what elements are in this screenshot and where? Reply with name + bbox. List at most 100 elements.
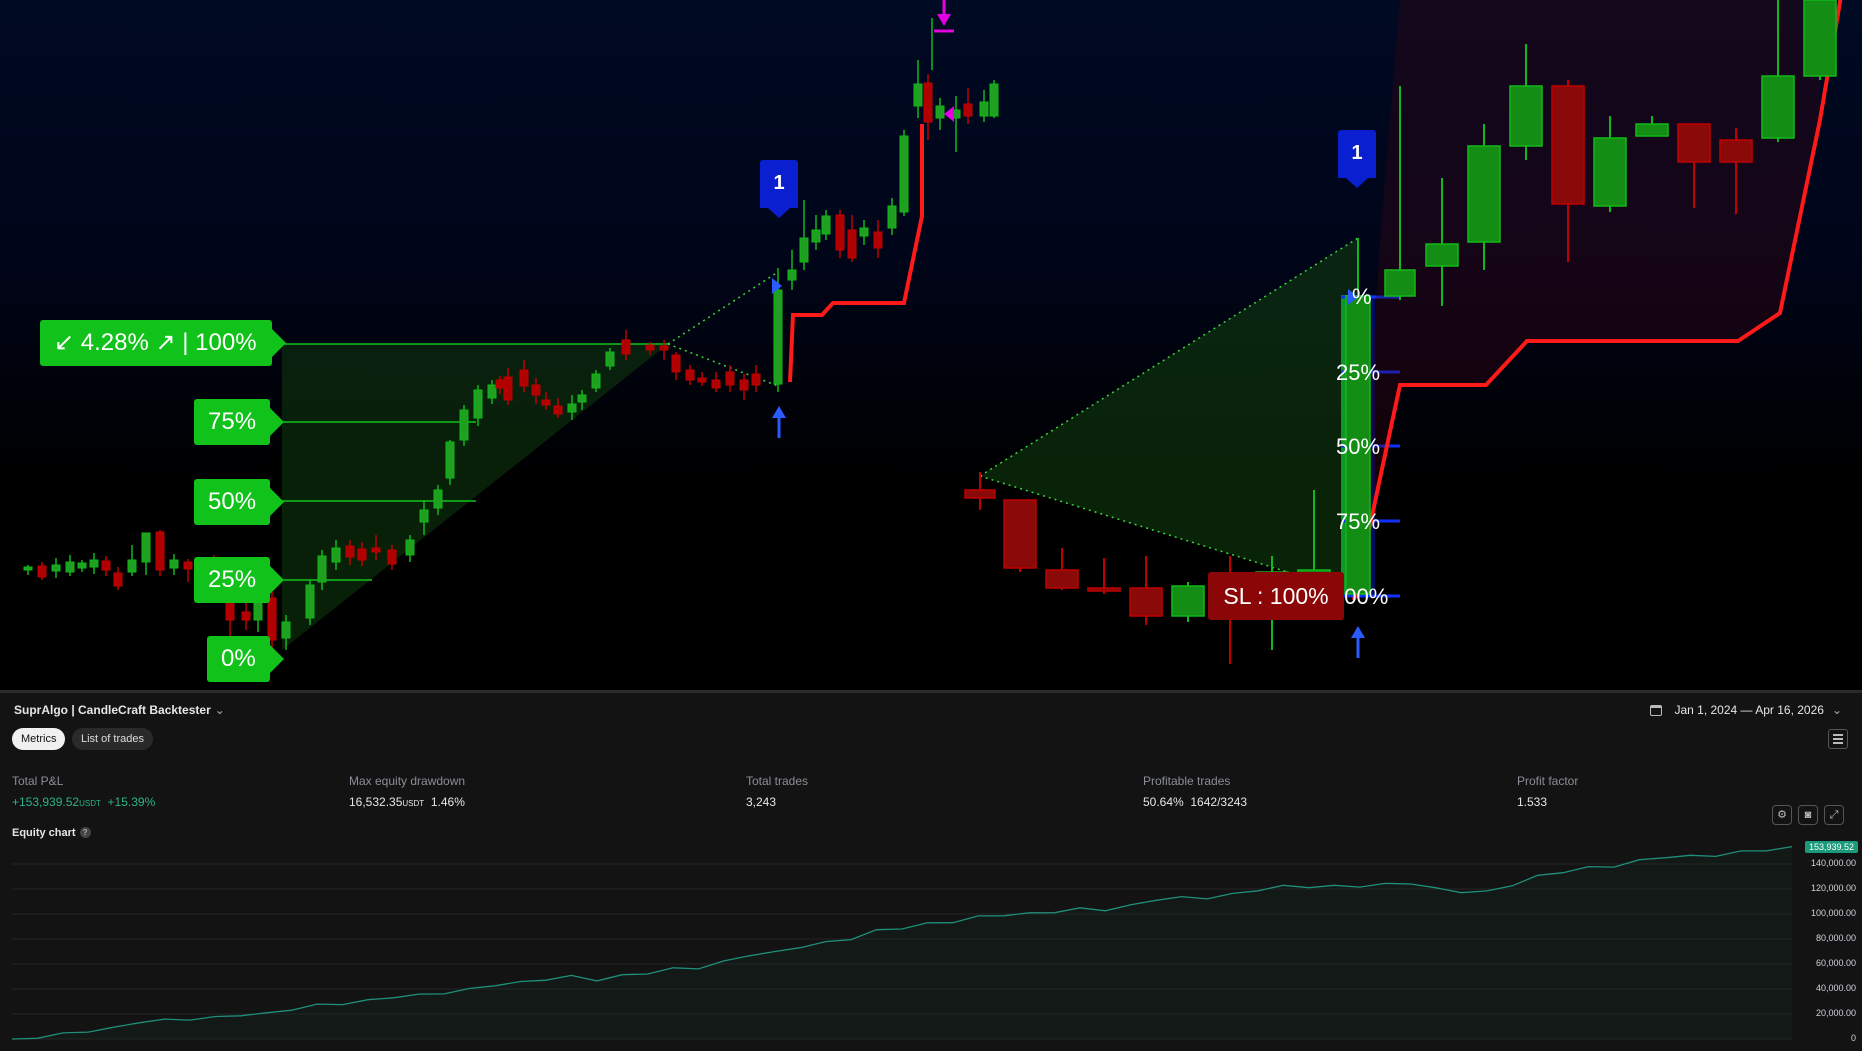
candle bbox=[923, 82, 933, 123]
candle bbox=[495, 379, 505, 389]
candle bbox=[567, 403, 577, 413]
candle bbox=[577, 394, 587, 403]
candle bbox=[77, 562, 87, 569]
candle bbox=[281, 621, 291, 639]
candle bbox=[671, 354, 681, 373]
target-label-75: 75% bbox=[194, 399, 285, 445]
candle bbox=[645, 344, 655, 351]
candle bbox=[1129, 587, 1163, 617]
candle bbox=[621, 339, 631, 355]
candle bbox=[835, 214, 845, 251]
candle bbox=[519, 369, 529, 387]
equity-axis-label: 80,000.00 bbox=[1815, 933, 1856, 943]
candle bbox=[751, 373, 761, 386]
candle bbox=[141, 532, 151, 563]
candle bbox=[887, 205, 897, 229]
candle bbox=[1509, 85, 1543, 147]
candle bbox=[659, 345, 669, 351]
stop-loss-label: SL : 100% bbox=[1208, 572, 1344, 620]
candle bbox=[305, 584, 315, 619]
candle bbox=[787, 269, 797, 281]
candle bbox=[964, 489, 996, 499]
candle bbox=[183, 561, 193, 570]
candle bbox=[357, 548, 367, 561]
candle bbox=[531, 384, 541, 396]
candle bbox=[541, 399, 551, 406]
candle bbox=[899, 135, 909, 213]
candle bbox=[1425, 243, 1459, 267]
candle bbox=[1761, 75, 1795, 139]
price-chart[interactable]: ↙ 4.28% ↗ | 100% 75% 50% 25% 0% % 25% 50… bbox=[0, 0, 1862, 690]
target-label-0: 0% bbox=[207, 636, 284, 682]
candle bbox=[811, 229, 821, 243]
target-label-100: ↙ 4.28% ↗ | 100% bbox=[40, 320, 286, 366]
right-level-label: % bbox=[1352, 284, 1372, 309]
target-label-25: 25% bbox=[194, 557, 285, 603]
candle bbox=[1719, 139, 1753, 163]
candle bbox=[1087, 587, 1121, 592]
candle bbox=[1384, 269, 1416, 297]
candle bbox=[553, 405, 563, 415]
candle bbox=[155, 531, 165, 571]
candle bbox=[371, 547, 381, 553]
candle bbox=[405, 539, 415, 556]
candle bbox=[913, 83, 923, 107]
candle bbox=[1635, 123, 1669, 137]
trade-marker-badge[interactable]: 1 bbox=[760, 160, 798, 218]
candle bbox=[1803, 0, 1837, 77]
arrow-up-icon bbox=[772, 406, 786, 418]
equity-axis-label: 20,000.00 bbox=[1815, 1008, 1856, 1018]
candle bbox=[267, 597, 277, 641]
target-label-50: 50% bbox=[194, 479, 285, 525]
candle bbox=[1003, 499, 1037, 569]
candle bbox=[169, 559, 179, 569]
candle bbox=[331, 547, 341, 563]
candle bbox=[459, 409, 469, 441]
candle bbox=[1551, 85, 1585, 205]
candle bbox=[487, 384, 497, 399]
candle bbox=[113, 572, 123, 587]
candle bbox=[711, 379, 721, 389]
projection-line bbox=[667, 343, 779, 387]
candle bbox=[127, 559, 137, 573]
equity-axis-label: 120,000.00 bbox=[1810, 883, 1856, 893]
candle bbox=[739, 379, 749, 391]
candle bbox=[859, 227, 869, 237]
candle bbox=[37, 565, 47, 578]
equity-axis-label: 0 bbox=[1850, 1033, 1856, 1043]
equity-axis-label: 40,000.00 bbox=[1815, 983, 1856, 993]
candle bbox=[799, 237, 809, 263]
candle bbox=[317, 555, 327, 583]
candle bbox=[1677, 123, 1711, 163]
candle bbox=[445, 441, 455, 479]
equity-axis-label: 140,000.00 bbox=[1810, 858, 1856, 868]
candle bbox=[503, 376, 513, 401]
trade-marker-badge[interactable]: 1 bbox=[1338, 130, 1376, 188]
triangle-marker-icon bbox=[944, 106, 954, 122]
equity-chart[interactable] bbox=[0, 693, 1862, 1051]
candle bbox=[989, 83, 999, 117]
candle bbox=[725, 371, 735, 386]
candle bbox=[241, 611, 251, 621]
candle bbox=[51, 564, 61, 572]
candle bbox=[473, 389, 483, 419]
candle bbox=[345, 545, 355, 558]
right-level-label: 75% bbox=[1336, 509, 1381, 534]
candle bbox=[873, 231, 883, 249]
candle bbox=[1593, 137, 1627, 207]
right-level-label: 50% bbox=[1336, 434, 1381, 459]
arrow-down-icon bbox=[937, 14, 951, 26]
candle bbox=[1045, 569, 1079, 589]
candle bbox=[65, 561, 75, 573]
candle bbox=[1171, 585, 1205, 617]
candle bbox=[821, 215, 831, 235]
candle bbox=[225, 601, 235, 621]
candle bbox=[101, 560, 111, 571]
equity-axis-label: 60,000.00 bbox=[1815, 958, 1856, 968]
candle bbox=[605, 351, 615, 367]
candle bbox=[89, 559, 99, 568]
candle bbox=[433, 489, 443, 509]
candle bbox=[23, 566, 33, 571]
candle bbox=[697, 377, 707, 383]
candle bbox=[979, 101, 989, 117]
